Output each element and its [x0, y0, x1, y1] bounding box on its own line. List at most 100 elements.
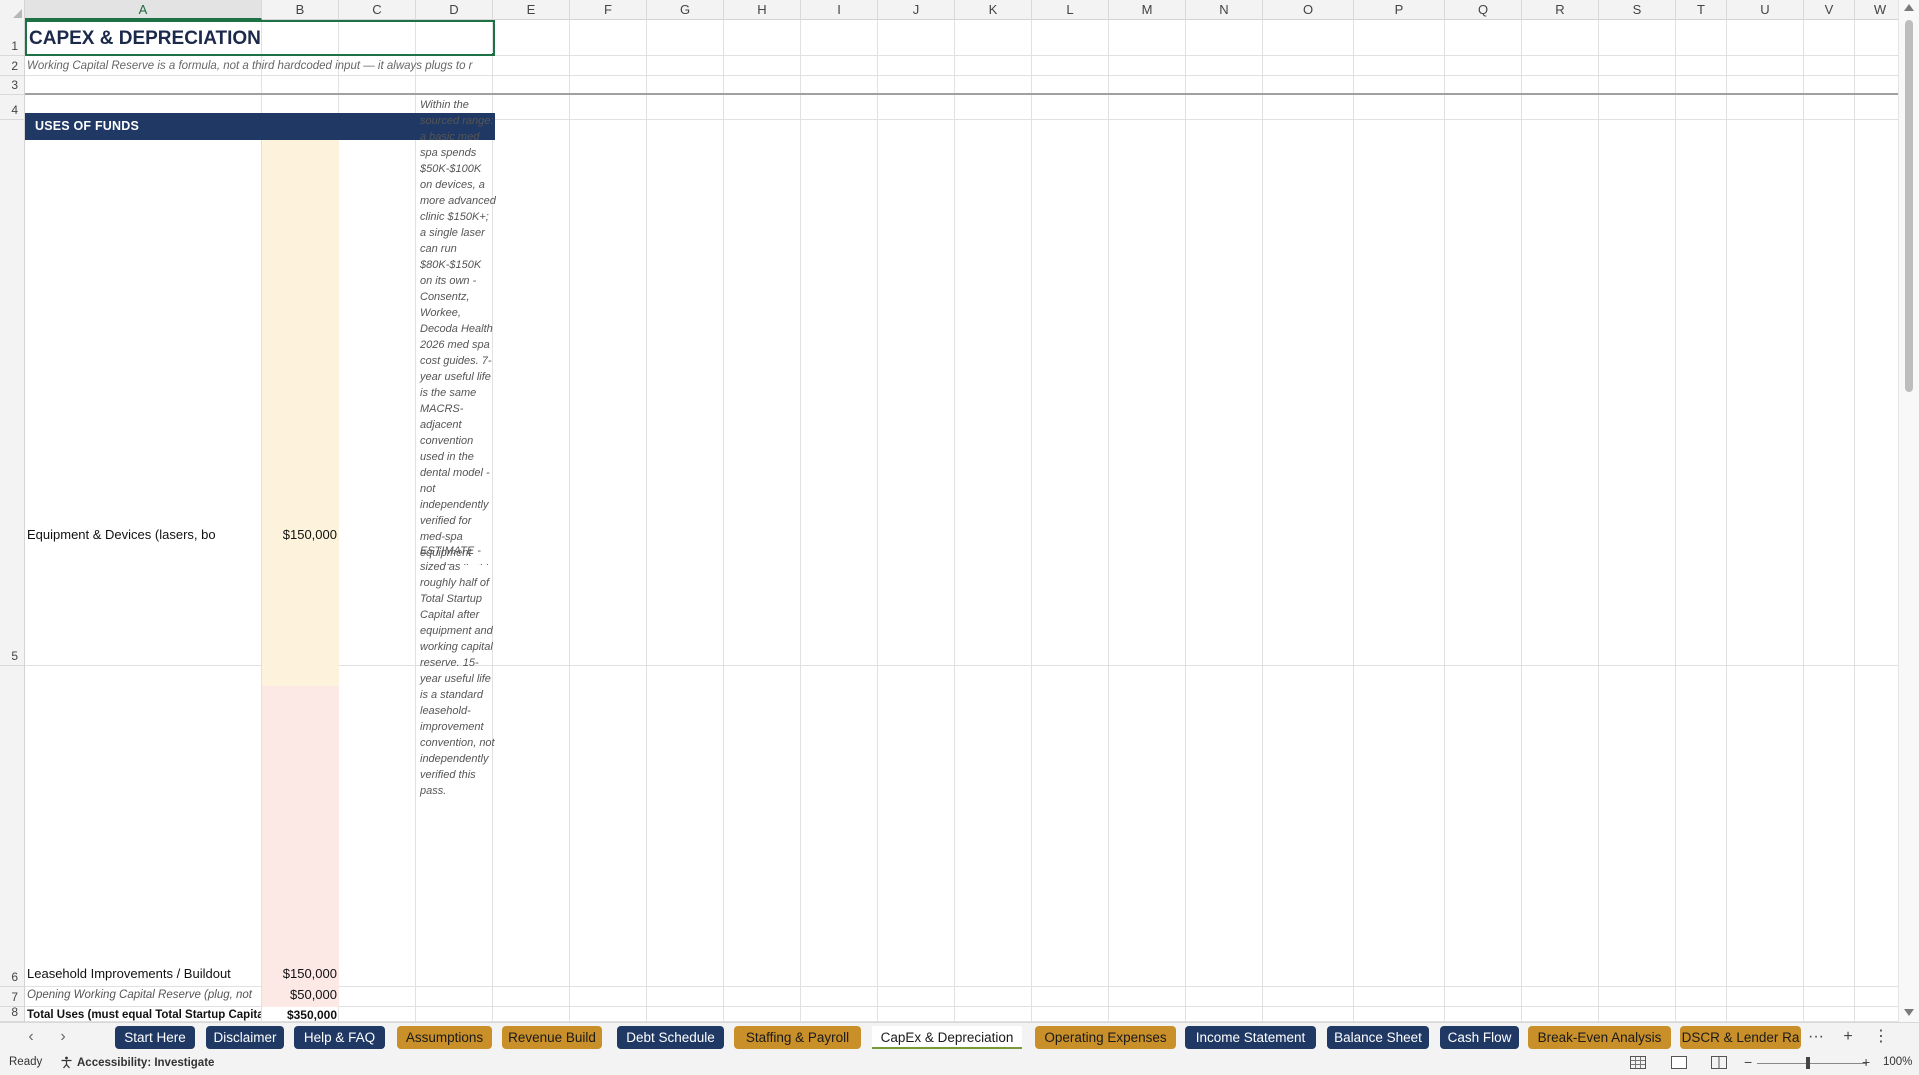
sheet-tab-break-even-analysis[interactable]: Break-Even Analysis — [1528, 1026, 1671, 1049]
row-header-1[interactable]: 1 — [0, 20, 25, 56]
more-tabs-icon[interactable]: ··· — [1806, 1027, 1826, 1047]
column-header-n[interactable]: N — [1186, 0, 1263, 20]
page-break-view-icon[interactable] — [1711, 1056, 1727, 1069]
page-title[interactable]: CAPEX & DEPRECIATION — [25, 20, 495, 56]
column-header-s[interactable]: S — [1599, 0, 1676, 20]
gridline-vertical — [1521, 20, 1522, 1022]
select-all-button[interactable] — [0, 0, 25, 20]
column-header-f[interactable]: F — [570, 0, 647, 20]
gridline-vertical — [1353, 20, 1354, 1022]
page-layout-view-icon[interactable] — [1671, 1056, 1687, 1069]
scrollbar-thumb[interactable] — [1905, 20, 1913, 392]
row-header-5[interactable]: 5 — [0, 120, 25, 666]
sheet-tab-dscr-lender-ra[interactable]: DSCR & Lender Ra — [1680, 1026, 1801, 1049]
row-header-8[interactable]: 8 — [0, 1005, 25, 1022]
normal-view-icon[interactable] — [1630, 1056, 1646, 1069]
column-header-h[interactable]: H — [724, 0, 801, 20]
zoom-out-icon[interactable]: − — [1744, 1054, 1752, 1070]
vertical-scrollbar[interactable] — [1898, 0, 1919, 1022]
input-cell-fill-leasehold — [262, 686, 339, 1007]
value-total-uses[interactable]: $350,000 — [262, 1006, 337, 1022]
sheet-tab-cash-flow[interactable]: Cash Flow — [1440, 1026, 1519, 1049]
zoom-slider[interactable] — [1757, 1063, 1867, 1064]
accessibility-status[interactable]: Accessibility: Investigate — [60, 1056, 214, 1069]
tab-scroll-left-icon[interactable]: ‹ — [22, 1027, 40, 1047]
gridline-vertical — [415, 20, 416, 1022]
value-working-capital[interactable]: $50,000 — [262, 986, 337, 1004]
column-header-j[interactable]: J — [878, 0, 955, 20]
status-ready: Ready — [9, 1056, 43, 1068]
label-equipment: Equipment & Devices (lasers, body-cor — [27, 527, 215, 542]
column-header-d[interactable]: D — [416, 0, 493, 20]
gridline-vertical — [1598, 20, 1599, 1022]
note-equipment: Within the sourced range: a basic med sp… — [420, 99, 496, 565]
sheet-tab-disclaimer[interactable]: Disclaimer — [206, 1026, 284, 1049]
column-header-i[interactable]: I — [801, 0, 878, 20]
gridline-vertical — [723, 20, 724, 1022]
zoom-level[interactable]: 100% — [1883, 1056, 1912, 1068]
column-header-e[interactable]: E — [493, 0, 570, 20]
label-leasehold: Leasehold Improvements / Buildout — [27, 966, 231, 981]
scroll-down-icon[interactable] — [1904, 1009, 1914, 1016]
zoom-in-icon[interactable]: + — [1862, 1054, 1870, 1070]
column-header-b[interactable]: B — [262, 0, 339, 20]
column-header-a[interactable]: A — [25, 0, 262, 20]
row-divider — [25, 93, 1898, 95]
input-cell-fill-equipment — [262, 140, 339, 686]
row-header-6[interactable]: 6 — [0, 666, 25, 987]
sheet-tab-assumptions[interactable]: Assumptions — [397, 1026, 492, 1049]
gridline-vertical — [1444, 20, 1445, 1022]
accessibility-icon — [61, 1056, 72, 1069]
sheet-tab-start-here[interactable]: Start Here — [115, 1026, 195, 1049]
gridline-vertical — [1108, 20, 1109, 1022]
value-leasehold[interactable]: $150,000 — [262, 965, 337, 983]
tab-scroll-right-icon[interactable]: › — [54, 1027, 72, 1047]
gridline-vertical — [646, 20, 647, 1022]
sheet-tab-balance-sheet[interactable]: Balance Sheet — [1327, 1026, 1429, 1049]
gridline-vertical — [1854, 20, 1855, 1022]
note-leasehold: ESTIMATE - sized as roughly half of Tota… — [420, 545, 495, 797]
column-header-q[interactable]: Q — [1445, 0, 1522, 20]
sheet-tab-help-faq[interactable]: Help & FAQ — [294, 1026, 385, 1049]
gridline-vertical — [877, 20, 878, 1022]
column-header-p[interactable]: P — [1354, 0, 1445, 20]
label-working-capital: Opening Working Capital Reserve (plug, n… — [27, 989, 253, 1001]
sheet-tab-capex-depreciation[interactable]: CapEx & Depreciation — [872, 1026, 1022, 1049]
gridline-vertical — [1262, 20, 1263, 1022]
row-header-7[interactable]: 7 — [0, 987, 25, 1007]
gridline-vertical — [1803, 20, 1804, 1022]
gridline-vertical — [1675, 20, 1676, 1022]
column-header-k[interactable]: K — [955, 0, 1032, 20]
add-sheet-button[interactable]: + — [1838, 1027, 1858, 1047]
row-header-4[interactable]: 4 — [0, 95, 25, 120]
column-header-bar: ABCDEFGHIJKLMNOPQRSTUVW — [0, 0, 1919, 20]
column-header-u[interactable]: U — [1727, 0, 1804, 20]
gridline-vertical — [1031, 20, 1032, 1022]
gridline-vertical — [1185, 20, 1186, 1022]
row-header-3[interactable]: 3 — [0, 76, 25, 95]
column-header-v[interactable]: V — [1804, 0, 1855, 20]
column-header-c[interactable]: C — [339, 0, 416, 20]
row-header-2[interactable]: 2 — [0, 56, 25, 76]
column-header-m[interactable]: M — [1109, 0, 1186, 20]
gridline-vertical — [1726, 20, 1727, 1022]
column-header-g[interactable]: G — [647, 0, 724, 20]
column-header-t[interactable]: T — [1676, 0, 1727, 20]
label-total-uses: Total Uses (must equal Total Startup Cap… — [27, 1009, 261, 1021]
column-header-r[interactable]: R — [1522, 0, 1599, 20]
scroll-up-icon[interactable] — [1904, 4, 1914, 11]
sheet-tab-staffing-payroll[interactable]: Staffing & Payroll — [734, 1026, 861, 1049]
sheet-options-icon[interactable]: ⋮ — [1871, 1027, 1891, 1047]
gridline-vertical — [800, 20, 801, 1022]
zoom-slider-thumb[interactable] — [1806, 1057, 1810, 1069]
sheet-tab-revenue-build[interactable]: Revenue Build — [502, 1026, 602, 1049]
worksheet-grid[interactable]: CAPEX & DEPRECIATION Working Capital Res… — [25, 20, 1898, 1022]
value-equipment[interactable]: $150,000 — [262, 526, 337, 544]
column-header-l[interactable]: L — [1032, 0, 1109, 20]
sheet-tab-bar: ‹ › Start Here Disclaimer Help & FAQ Assump… — [0, 1022, 1919, 1051]
sheet-tab-income-statement[interactable]: Income Statement — [1185, 1026, 1316, 1049]
column-header-o[interactable]: O — [1263, 0, 1354, 20]
gridline-vertical — [569, 20, 570, 1022]
sheet-tab-operating-expenses[interactable]: Operating Expenses — [1035, 1026, 1176, 1049]
sheet-tab-debt-schedule[interactable]: Debt Schedule — [617, 1026, 724, 1049]
